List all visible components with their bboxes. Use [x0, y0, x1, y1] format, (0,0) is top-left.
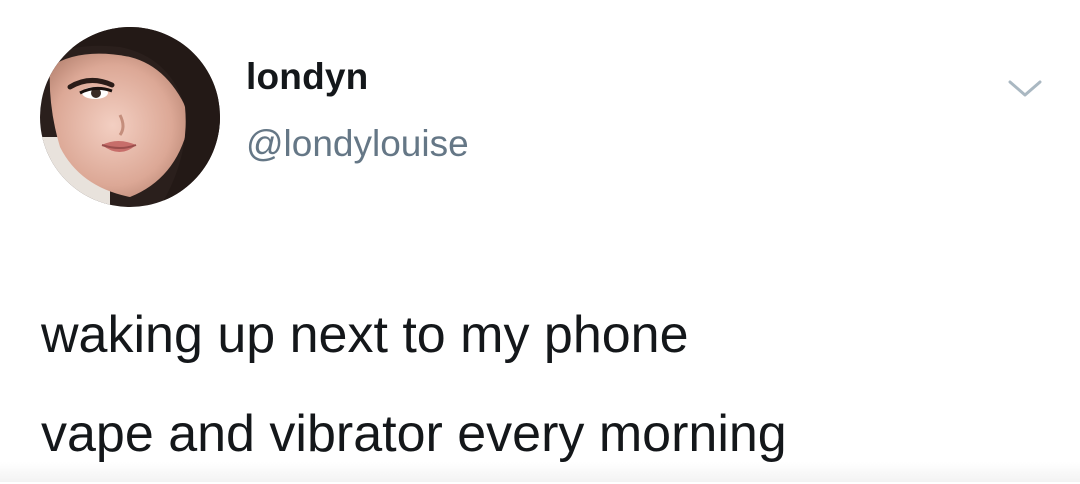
divider: [0, 462, 1080, 482]
avatar[interactable]: [40, 27, 220, 207]
tweet-card: londyn @londylouise waking up next to my…: [0, 0, 1080, 482]
tweet-text: waking up next to my phone vape and vibr…: [41, 286, 1051, 484]
display-name[interactable]: londyn: [246, 58, 368, 95]
avatar-photo: [40, 27, 220, 207]
user-handle[interactable]: @londylouise: [246, 125, 469, 162]
tweet-text-line: waking up next to my phone: [41, 306, 689, 364]
chevron-down-icon[interactable]: [1004, 74, 1046, 102]
